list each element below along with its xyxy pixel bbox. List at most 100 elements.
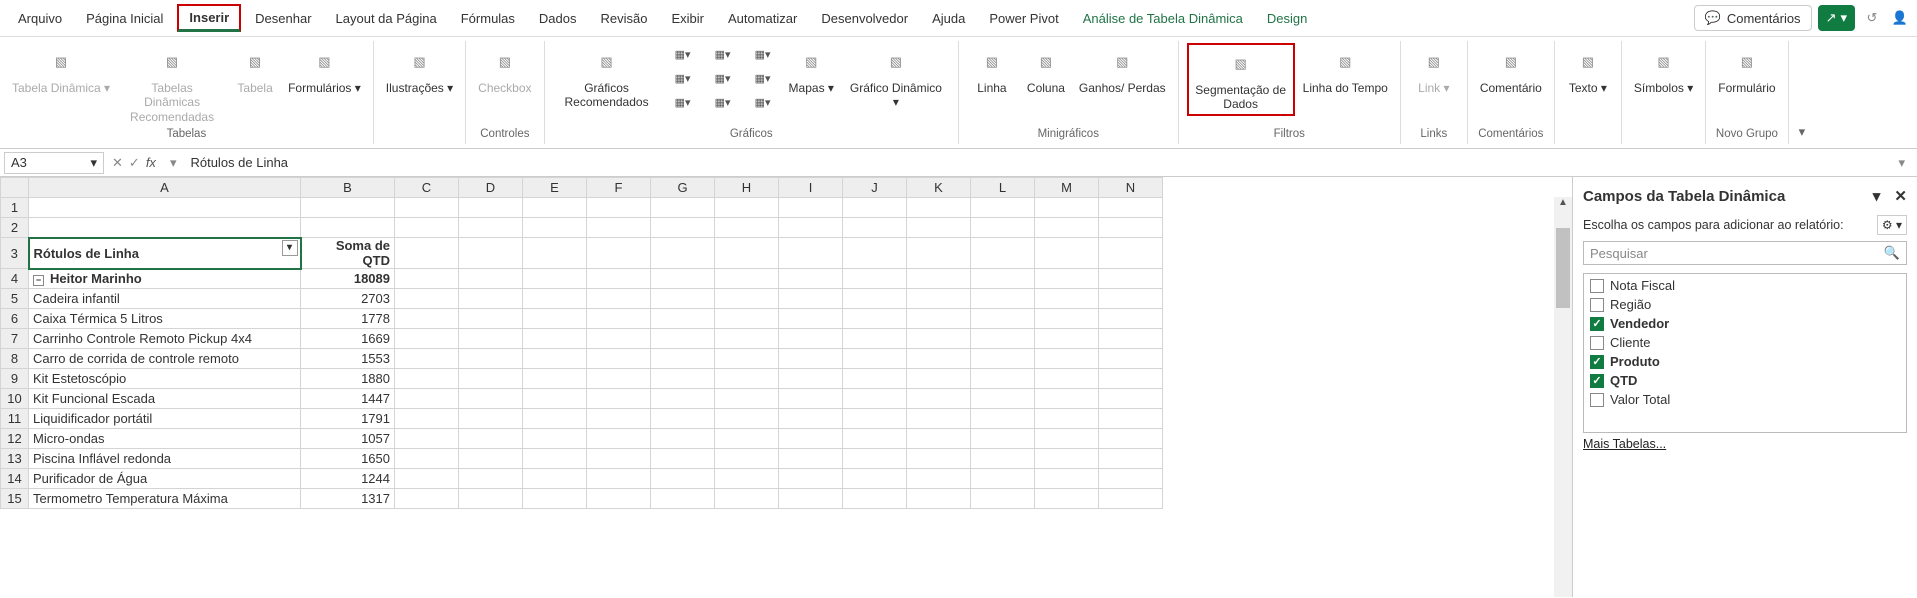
cell[interactable] (651, 289, 715, 309)
cell[interactable] (395, 389, 459, 409)
cell[interactable] (523, 469, 587, 489)
text-button[interactable]: ▧Texto ▾ (1563, 43, 1613, 97)
menu-tab-fórmulas[interactable]: Fórmulas (451, 7, 525, 30)
table-row[interactable]: 6Caixa Térmica 5 Litros1778 (1, 309, 1163, 329)
cell-b4[interactable]: 18089 (301, 269, 395, 289)
column-header-H[interactable]: H (715, 178, 779, 198)
cell[interactable] (907, 218, 971, 238)
cell-b7[interactable]: 1669 (301, 329, 395, 349)
cell[interactable] (395, 289, 459, 309)
fx-icon[interactable]: fx (146, 155, 156, 170)
row-header-7[interactable]: 7 (1, 329, 29, 349)
field-list[interactable]: Nota FiscalRegião✓VendedorCliente✓Produt… (1583, 273, 1907, 433)
menu-tab-power-pivot[interactable]: Power Pivot (979, 7, 1068, 30)
cell-b2[interactable] (301, 218, 395, 238)
cell[interactable] (779, 389, 843, 409)
cell[interactable] (395, 329, 459, 349)
chart-type-button[interactable]: ▦▾ (745, 67, 781, 89)
cell[interactable] (715, 329, 779, 349)
cell[interactable] (715, 309, 779, 329)
cell[interactable] (907, 198, 971, 218)
cell[interactable] (395, 409, 459, 429)
collapse-icon[interactable]: − (33, 275, 44, 286)
cell[interactable] (1099, 238, 1163, 269)
cell-b1[interactable] (301, 198, 395, 218)
cell[interactable] (971, 218, 1035, 238)
cell[interactable] (651, 369, 715, 389)
cell[interactable] (907, 409, 971, 429)
cell[interactable] (843, 389, 907, 409)
cell[interactable] (587, 198, 651, 218)
checkbox-icon[interactable]: ✓ (1590, 317, 1604, 331)
cell[interactable] (395, 218, 459, 238)
chart-type-button[interactable]: ▦▾ (665, 43, 701, 65)
cell[interactable] (395, 309, 459, 329)
cell[interactable] (651, 469, 715, 489)
cell[interactable] (587, 269, 651, 289)
column-header-K[interactable]: K (907, 178, 971, 198)
cell[interactable] (779, 309, 843, 329)
cell-a10[interactable]: Kit Funcional Escada (29, 389, 301, 409)
cell[interactable] (971, 369, 1035, 389)
cell[interactable] (715, 269, 779, 289)
pivot-chart-button[interactable]: ▧Gráfico Dinâmico ▾ (842, 43, 950, 112)
cell[interactable] (779, 449, 843, 469)
cell-b5[interactable]: 2703 (301, 289, 395, 309)
column-header-J[interactable]: J (843, 178, 907, 198)
cell[interactable] (715, 349, 779, 369)
cell[interactable] (459, 469, 523, 489)
cell-a8[interactable]: Carro de corrida de controle remoto (29, 349, 301, 369)
cell[interactable] (779, 349, 843, 369)
cell[interactable] (907, 489, 971, 509)
formula-dropdown-icon[interactable]: ▾ (170, 155, 177, 171)
cell[interactable] (779, 269, 843, 289)
row-header-6[interactable]: 6 (1, 309, 29, 329)
table-row[interactable]: 4−Heitor Marinho18089 (1, 269, 1163, 289)
cell[interactable] (395, 238, 459, 269)
cell[interactable] (651, 489, 715, 509)
cancel-icon[interactable]: ✕ (112, 155, 123, 171)
menu-tab-ajuda[interactable]: Ajuda (922, 7, 975, 30)
row-header-9[interactable]: 9 (1, 369, 29, 389)
recommended-charts-button[interactable]: ▧Gráficos Recomendados (553, 43, 661, 112)
checkbox-icon[interactable]: ✓ (1590, 374, 1604, 388)
cell-a2[interactable] (29, 218, 301, 238)
cell-b12[interactable]: 1057 (301, 429, 395, 449)
cell[interactable] (395, 198, 459, 218)
column-header-I[interactable]: I (779, 178, 843, 198)
cell[interactable] (843, 469, 907, 489)
cell[interactable] (971, 389, 1035, 409)
cell[interactable] (459, 429, 523, 449)
menu-tab-automatizar[interactable]: Automatizar (718, 7, 807, 30)
select-all-corner[interactable] (1, 178, 29, 198)
cell[interactable] (907, 369, 971, 389)
cell[interactable] (971, 409, 1035, 429)
cell[interactable] (587, 389, 651, 409)
cell[interactable] (459, 369, 523, 389)
confirm-icon[interactable]: ✓ (129, 155, 140, 171)
cell[interactable] (971, 289, 1035, 309)
cell[interactable] (523, 269, 587, 289)
cell[interactable] (523, 238, 587, 269)
cell[interactable] (843, 309, 907, 329)
table-row[interactable]: 2 (1, 218, 1163, 238)
cell[interactable] (587, 329, 651, 349)
symbols-button[interactable]: ▧Símbolos ▾ (1630, 43, 1697, 97)
row-header-12[interactable]: 12 (1, 429, 29, 449)
cell[interactable] (907, 449, 971, 469)
menu-tab-dados[interactable]: Dados (529, 7, 587, 30)
sparkline-winloss-button[interactable]: ▧Ganhos/ Perdas (1075, 43, 1170, 97)
name-box[interactable]: A3 ▾ (4, 152, 104, 174)
row-header-1[interactable]: 1 (1, 198, 29, 218)
cell[interactable] (715, 449, 779, 469)
cell[interactable] (1035, 369, 1099, 389)
cell[interactable] (587, 289, 651, 309)
cell[interactable] (587, 469, 651, 489)
row-header-15[interactable]: 15 (1, 489, 29, 509)
cell[interactable] (1035, 349, 1099, 369)
cell[interactable] (1099, 289, 1163, 309)
cell[interactable] (779, 329, 843, 349)
field-nota-fiscal[interactable]: Nota Fiscal (1586, 276, 1904, 295)
cell[interactable] (395, 349, 459, 369)
cell[interactable] (907, 389, 971, 409)
